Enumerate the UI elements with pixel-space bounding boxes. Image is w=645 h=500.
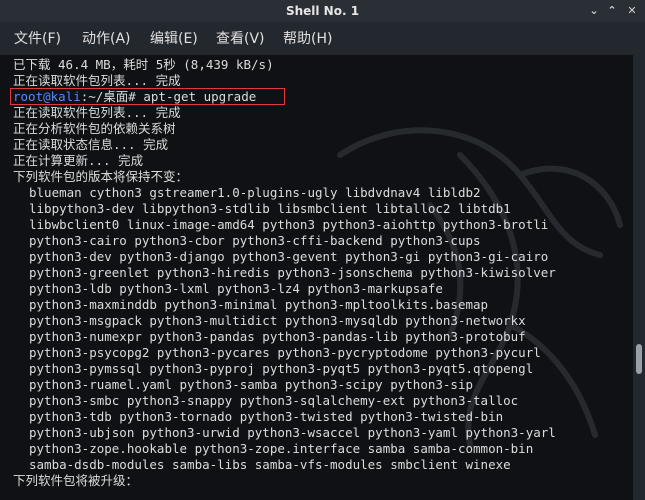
output-line: 正在分析软件包的依赖关系树 [13,121,176,136]
output-line: 正在读取软件包列表... 完成 [13,73,181,88]
package-list-line: libwbclient0 linux-image-amd64 python3 p… [29,217,549,232]
terminal-lines: 已下载 46.4 MB，耗时 5秒 (8,439 kB/s) 正在读取软件包列表.… [10,57,633,489]
menu-help[interactable]: 帮助(H) [283,28,332,48]
package-list-line: python3-ldb python3-lxml python3-lz4 pyt… [29,281,443,296]
menu-file[interactable]: 文件(F) [14,28,61,48]
package-list-line: samba-dsdb-modules samba-libs samba-vfs-… [29,457,511,472]
output-line: 已下载 46.4 MB，耗时 5秒 (8,439 kB/s) [13,57,274,72]
package-list-line: python3-maxminddb python3-minimal python… [29,297,489,312]
package-list-line: python3-smbc python3-snappy python3-sqla… [29,393,519,408]
package-list-line: python3-dev python3-django python3-geven… [29,249,549,264]
window-title: Shell No. 1 [285,4,360,18]
output-line: 正在计算更新... 完成 [13,153,144,168]
package-list-line: python3-cairo python3-cbor python3-cffi-… [29,233,481,248]
package-list-line: python3-tdb python3-tornado python3-twis… [29,409,504,424]
package-list-line: python3-pymssql python3-pyproj python3-p… [29,361,534,376]
highlight-box [10,88,285,105]
minimize-icon[interactable]: ⌄ [586,3,602,19]
vertical-scrollbar[interactable] [633,55,645,500]
menu-bar: 文件(F) 动作(A) 编辑(E) 查看(V) 帮助(H) [0,22,645,52]
package-list-line: python3-ruamel.yaml python3-samba python… [29,377,474,392]
menu-action[interactable]: 动作(A) [82,28,131,48]
output-line: 下列软件包的版本将保持不变： [13,169,189,184]
maximize-icon[interactable]: ⌃ [604,3,620,19]
terminal-output[interactable]: 已下载 46.4 MB，耗时 5秒 (8,439 kB/s) 正在读取软件包列表.… [0,55,633,500]
package-list-line: python3-greenlet python3-hiredis python3… [29,265,556,280]
package-list-line: python3-zope.hookable python3-zope.inter… [29,441,534,456]
output-line: 下列软件包将被升级： [13,473,139,488]
menu-view[interactable]: 查看(V) [216,28,265,48]
output-line: 正在读取软件包列表... 完成 [13,105,181,120]
output-line: 正在读取状态信息... 完成 [13,137,169,152]
package-list-line: python3-psycopg2 python3-pycares python3… [29,345,541,360]
package-list-line: libpython3-dev libpython3-stdlib libsmbc… [29,201,511,216]
package-list-line: python3-numexpr python3-pandas python3-p… [29,329,526,344]
command-prompt-line: root@kali:~/桌面# apt-get upgrade [10,88,633,105]
package-list-line: python3-msgpack python3-multidict python… [29,313,526,328]
terminal-window: Shell No. 1 ⌄ ⌃ ✕ 文件(F) 动作(A) 编辑(E) 查看(V… [0,0,645,500]
scroll-thumb[interactable] [636,344,642,374]
close-icon[interactable]: ✕ [624,3,640,19]
menu-edit[interactable]: 编辑(E) [150,28,198,48]
title-bar[interactable]: Shell No. 1 ⌄ ⌃ ✕ [0,0,645,22]
package-list-line: python3-ubjson python3-urwid python3-wsa… [29,425,556,440]
package-list-line: blueman cython3 gstreamer1.0-plugins-ugl… [29,185,481,200]
